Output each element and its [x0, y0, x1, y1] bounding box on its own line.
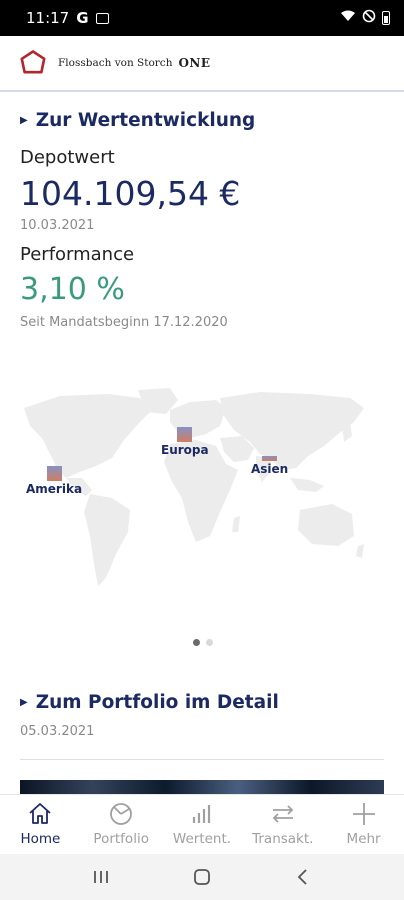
performance-value: 3,10 %: [20, 272, 125, 307]
portfolio-preview-image[interactable]: [20, 780, 384, 794]
nav-portfolio-label: Portfolio: [93, 831, 149, 847]
do-not-disturb-icon: [362, 9, 376, 27]
battery-icon: [382, 11, 390, 25]
region-marker: [262, 456, 278, 461]
nav-wertent[interactable]: Wertent.: [162, 795, 243, 854]
map-region-asia[interactable]: Asien: [251, 456, 288, 476]
brand-suffix: ONE: [178, 56, 211, 70]
map-region-america[interactable]: Amerika: [26, 466, 82, 496]
transfer-icon: [272, 805, 294, 823]
system-navigation-bar: [0, 854, 404, 900]
back-button[interactable]: [283, 862, 323, 892]
performance-label: Performance: [20, 244, 135, 265]
plus-icon: [352, 803, 375, 825]
region-marker: [46, 466, 62, 481]
pie-icon: [110, 803, 133, 825]
chevron-right-icon: ▶: [20, 697, 28, 708]
performance-link-label: Zur Wertentwicklung: [35, 110, 256, 131]
carousel-indicator[interactable]: [193, 639, 213, 646]
home-square-icon: [194, 869, 210, 885]
nav-transakt-label: Transakt.: [252, 831, 314, 847]
nav-transakt[interactable]: Transakt.: [242, 795, 323, 854]
nav-home[interactable]: Home: [0, 795, 81, 854]
chevron-right-icon: ▶: [20, 115, 28, 126]
carousel-dot-active[interactable]: [193, 639, 200, 646]
nav-wertent-label: Wertent.: [172, 831, 232, 847]
region-label-asia: Asien: [251, 462, 289, 476]
nav-mehr[interactable]: Mehr: [323, 795, 404, 854]
google-icon: G: [76, 9, 89, 27]
status-time: 11:17: [26, 9, 70, 27]
section-divider: [20, 759, 384, 760]
world-map[interactable]: Amerika Europa Asien: [20, 386, 366, 591]
carousel-dot[interactable]: [206, 639, 213, 646]
nav-home-label: Home: [20, 831, 61, 847]
performance-since: Seit Mandatsbeginn 17.12.2020: [20, 315, 228, 330]
depot-label: Depotwert: [20, 147, 115, 168]
back-chevron-icon: [298, 869, 307, 885]
image-notification-icon: [95, 12, 109, 24]
wifi-icon: [340, 10, 356, 26]
region-marker: [177, 427, 193, 442]
brand-logo-icon: [20, 50, 46, 74]
app-header: Flossbach von Storch ONE: [0, 36, 404, 92]
home-icon: [29, 803, 51, 824]
nav-mehr-label: Mehr: [346, 831, 381, 847]
performance-link[interactable]: ▶ Zur Wertentwicklung: [20, 110, 255, 131]
depot-value: 104.109,54 €: [20, 174, 241, 213]
brand-name: Flossbach von Storch: [58, 57, 173, 69]
bottom-navigation: Home Portfolio Wertent. Transakt. Mehr: [0, 794, 404, 854]
recent-apps-icon: [93, 871, 108, 883]
home-system-button[interactable]: [182, 862, 222, 892]
region-label-europe: Europa: [161, 443, 209, 457]
depot-date: 10.03.2021: [20, 218, 95, 233]
portfolio-date: 05.03.2021: [20, 724, 95, 739]
portfolio-link[interactable]: ▶ Zum Portfolio im Detail: [20, 692, 279, 713]
region-label-america: Amerika: [26, 482, 83, 496]
map-region-europe[interactable]: Europa: [161, 427, 209, 457]
nav-portfolio[interactable]: Portfolio: [81, 795, 162, 854]
bar-chart-icon: [192, 805, 211, 823]
portfolio-link-label: Zum Portfolio im Detail: [35, 692, 279, 713]
recent-apps-button[interactable]: [81, 862, 121, 892]
status-bar: 11:17 G: [0, 0, 404, 36]
